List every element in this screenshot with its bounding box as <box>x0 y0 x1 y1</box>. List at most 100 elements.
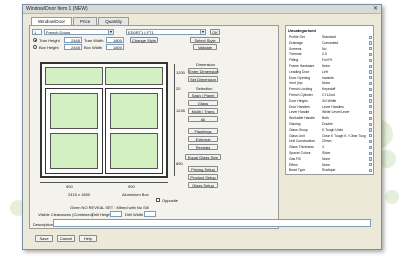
mullti-trans-button[interactable]: Mullti / Trans <box>188 108 218 114</box>
property-row[interactable]: Door Opening Inwards <box>286 76 373 80</box>
property-row[interactable]: Door Handles Lever Handles <box>286 105 373 109</box>
chevron-down-icon[interactable] <box>369 110 372 115</box>
property-row[interactable]: Vent (Inp None <box>286 81 373 85</box>
chevron-down-icon[interactable] <box>369 99 372 103</box>
ok-button[interactable]: OK <box>210 29 220 35</box>
property-row[interactable]: Drainage Concealed <box>286 41 373 45</box>
left-door-sash[interactable] <box>45 88 103 174</box>
help-button[interactable]: Help <box>79 235 97 242</box>
property-value[interactable]: Double <box>322 122 333 126</box>
property-row[interactable]: Frame Hardware None <box>286 64 373 68</box>
product-setup-button[interactable]: Product Setup <box>188 174 218 180</box>
chevron-down-icon[interactable] <box>369 81 372 86</box>
external-button[interactable]: External <box>188 136 218 142</box>
property-value[interactable]: K Tough Units <box>322 128 343 132</box>
chevron-down-icon[interactable] <box>369 70 372 74</box>
property-value[interactable]: 20mm <box>322 139 331 143</box>
drill-width-input[interactable] <box>144 211 156 217</box>
validate-button[interactable]: Validate <box>193 44 217 50</box>
property-value[interactable]: None <box>322 64 330 68</box>
right-door-glass-upper[interactable] <box>110 93 158 129</box>
chevron-down-icon[interactable] <box>369 151 372 155</box>
property-row[interactable]: Glazing Double <box>286 122 373 126</box>
property-row[interactable]: Workable Handle Both <box>286 116 373 120</box>
property-row[interactable]: Profile Set Standard <box>286 35 373 39</box>
chevron-down-icon[interactable] <box>369 93 372 97</box>
tran-width-input[interactable]: 1800 <box>106 37 124 43</box>
property-row[interactable]: Glass Unit Clear K Tough K / Clear Toug <box>286 134 373 138</box>
chevron-down-icon[interactable] <box>369 35 372 39</box>
tran-size-radio[interactable] <box>33 38 37 42</box>
opposite-checkbox[interactable] <box>156 198 160 202</box>
property-value[interactable]: 2.5 <box>322 52 327 56</box>
property-row[interactable]: Glass Thickness 4 <box>286 145 373 149</box>
property-value[interactable]: None <box>322 81 330 85</box>
door-frame-drawing[interactable] <box>40 62 168 178</box>
left-door-glass-upper[interactable] <box>50 93 98 129</box>
chevron-down-icon[interactable] <box>369 122 372 126</box>
tab-window-door[interactable]: Window/Door <box>31 17 73 25</box>
property-value[interactable]: Standard <box>322 35 336 39</box>
product-type-select[interactable]: French Doors ▼ <box>44 29 114 35</box>
box-height-input[interactable]: 2445 <box>64 44 82 50</box>
property-row[interactable]: Thermal 2.5 <box>286 52 373 56</box>
chevron-down-icon[interactable] <box>369 64 372 68</box>
property-value[interactable]: None <box>322 163 330 167</box>
glass-button[interactable]: Glass <box>188 100 218 106</box>
property-row[interactable]: Door Hinges 3/4 White <box>286 99 373 103</box>
change-style-button[interactable]: Change Style <box>130 37 158 43</box>
property-value[interactable]: Full Fit <box>322 58 332 62</box>
property-row[interactable]: Lever Handle White Lever/Lever <box>286 110 373 114</box>
chevron-down-icon[interactable] <box>369 105 372 109</box>
property-row[interactable]: Spacer Colour Silver <box>286 151 373 155</box>
property-value[interactable]: Concealed <box>322 41 338 45</box>
chevron-down-icon[interactable] <box>369 145 372 150</box>
right-door-sash[interactable] <box>105 88 163 174</box>
property-row[interactable]: Glass Group K Tough Units <box>286 128 373 132</box>
property-value[interactable]: 4 <box>322 145 324 149</box>
sash-panel-button[interactable]: Sash / Panel <box>188 92 218 98</box>
property-row[interactable]: Leading Door Left <box>286 70 373 74</box>
property-row[interactable]: French Locking Keyedoff <box>286 87 373 91</box>
left-door-glass-lower[interactable] <box>50 133 98 169</box>
transom-glass-left[interactable] <box>45 67 103 85</box>
property-value[interactable]: Left <box>322 70 328 74</box>
chevron-down-icon[interactable] <box>369 76 372 80</box>
right-door-glass-lower[interactable] <box>110 133 158 169</box>
select-style-button[interactable]: Select Style <box>190 37 220 43</box>
transom-glass-right[interactable] <box>105 67 163 85</box>
cancel-button[interactable]: Cancel <box>57 235 75 242</box>
property-row[interactable]: French Cylinder CYL/Lkd <box>286 93 373 97</box>
property-value[interactable]: Clear K Tough K / Clear Toug <box>322 134 366 138</box>
property-value[interactable]: No <box>322 47 326 51</box>
all-button[interactable]: All <box>188 116 218 122</box>
property-row[interactable]: Screens No <box>286 47 373 51</box>
description-input[interactable] <box>53 219 371 227</box>
property-value[interactable]: 3/4 White <box>322 99 336 103</box>
set-dimension-button[interactable]: Set Dimension <box>188 76 218 82</box>
property-value[interactable]: Lever Handles <box>322 105 344 109</box>
property-value[interactable]: White Lever/Lever <box>322 110 350 114</box>
glass-setup-button[interactable]: Glass Setup <box>188 182 218 188</box>
property-value[interactable]: Silver <box>322 151 330 155</box>
product-code-select[interactable]: ED0RT1 LFT1 ▼ <box>126 29 206 35</box>
tab-quantity[interactable]: Quantity <box>98 17 130 25</box>
item-number-select[interactable]: 1 <box>32 29 42 35</box>
property-value[interactable]: None <box>322 157 330 161</box>
property-value[interactable]: CYL/Lkd <box>322 93 335 97</box>
property-value[interactable]: Inwards <box>322 76 334 80</box>
chevron-down-icon[interactable] <box>369 157 372 161</box>
property-row[interactable]: Fitting Full Fit <box>286 58 373 62</box>
property-value[interactable]: Rustique <box>322 168 335 172</box>
equal-glass-size-button[interactable]: Equal Glass Size <box>185 154 221 160</box>
chevron-down-icon[interactable] <box>369 41 372 45</box>
property-row[interactable]: Bead Type Rustique <box>286 168 373 172</box>
flashings-button[interactable]: Flashings <box>188 128 218 134</box>
chevron-down-icon[interactable] <box>369 116 372 121</box>
tran-height-input[interactable]: 2445 <box>64 37 82 43</box>
property-row[interactable]: Unit Construction 20mm <box>286 139 373 143</box>
chevron-down-icon[interactable] <box>369 47 372 51</box>
properties-grid[interactable]: Uncategorised Profile Set Standard Drainag… <box>285 25 374 175</box>
title-bar[interactable]: Window/Door Item 1 (NEW) ✕ <box>23 5 381 14</box>
drill-height-input[interactable] <box>110 211 122 217</box>
